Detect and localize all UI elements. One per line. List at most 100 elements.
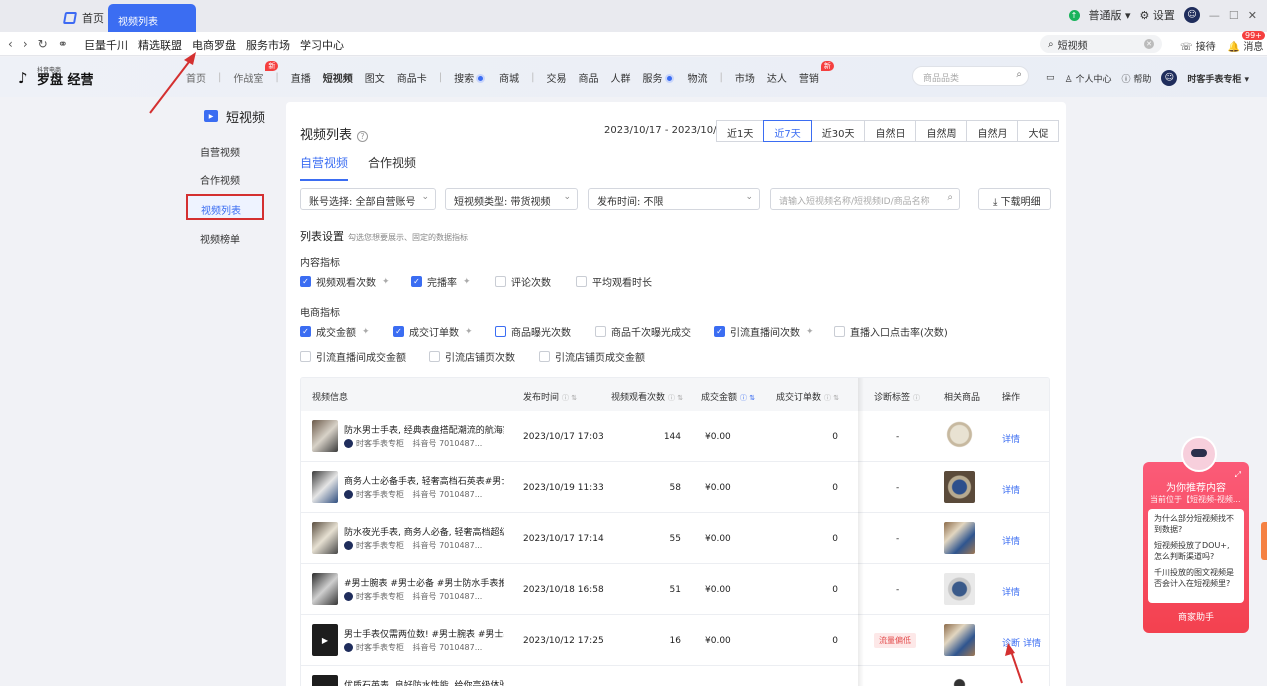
tab-coop-videos[interactable]: 合作视频 [368,154,416,181]
metric-checkbox-live-ctr[interactable]: 直播入口点击率(次数) [834,324,948,339]
period-7d[interactable]: 近7天 [763,120,812,142]
video-search-input[interactable]: 请输入短视频名称/短视频ID/商品名称 ⌕ [770,188,960,210]
date-range[interactable]: 2023/10/17 - 2023/10/23 [604,125,729,136]
bookmark-compass[interactable]: 电商罗盘 [192,37,236,53]
back-icon[interactable]: ‹ [8,37,13,51]
period-30d[interactable]: 近30天 [810,120,866,142]
menu-mall[interactable]: 商城 [499,70,519,85]
product-image[interactable] [944,573,975,605]
col-publish-time[interactable]: 发布时间 ⓘ ⇅ [523,390,577,403]
bookmark-qianchuan[interactable]: 巨量千川 [84,37,128,53]
menu-search[interactable]: 搜索 [454,70,487,85]
download-button[interactable]: ⤓ 下载明细 [978,188,1051,210]
bookmark-alliance[interactable]: 精选联盟 [138,37,182,53]
menu-logistics[interactable]: 物流 [688,70,708,85]
sidebar-item-video-ranking[interactable]: 视频榜单 [200,231,240,246]
video-title[interactable]: 防水男士手表, 经典表盘搭配潮流的航海家... [344,423,504,436]
video-thumbnail[interactable] [312,420,338,452]
metric-checkbox-live-traffic[interactable]: ✓ 引流直播间次数 ✦ [714,324,814,339]
menu-product-card[interactable]: 商品卡 [397,70,427,85]
messages-button[interactable]: 🔔 消息 [1228,38,1264,53]
maximize-icon[interactable]: ☐ [1229,9,1239,22]
detail-link[interactable]: 详情 [1002,483,1020,496]
refresh-icon[interactable]: ↻ [38,37,48,51]
detail-link[interactable]: 详情 [1023,636,1041,649]
bookmark-service-market[interactable]: 服务市场 [246,37,290,53]
product-image[interactable] [944,471,975,503]
col-orders[interactable]: 成交订单数 ⓘ ⇅ [776,390,839,403]
account-avatar[interactable]: ☺ [1161,70,1178,86]
video-title[interactable]: #男士腕表 #男士必备 #男士防水手表推荐 ... [344,576,504,589]
account-name[interactable]: 时客手表专柜 ▾ [1187,72,1249,85]
detail-link[interactable]: 详情 [1002,432,1020,445]
tab-video-list[interactable]: 视频列表 [108,4,196,32]
menu-home[interactable]: 首页 [186,70,206,85]
video-title[interactable]: 优质石英表, 良好防水性能, 给你高级体验... [344,678,504,686]
receive-button[interactable]: ☏ 接待 [1180,38,1216,53]
forward-icon[interactable]: › [23,37,28,51]
video-thumbnail[interactable] [312,471,338,503]
detail-link[interactable]: 详情 [1002,534,1020,547]
metric-checkbox-comments[interactable]: 评论次数 [495,274,551,289]
menu-short-video[interactable]: 短视频 [323,70,353,85]
edition-switch[interactable]: 普通版 ▾ [1089,7,1131,23]
period-week[interactable]: 自然周 [915,120,968,142]
sidebar-item-own-videos[interactable]: 自营视频 [200,144,240,159]
assistant-button[interactable]: 商家助手 [1143,610,1249,623]
metric-checkbox-orders[interactable]: ✓ 成交订单数 ✦ [393,324,473,339]
metric-checkbox-impressions[interactable]: 商品曝光次数 [495,324,571,339]
product-image[interactable] [944,624,975,656]
tab-home[interactable]: 首页 [56,6,112,30]
side-feedback-tab[interactable] [1261,522,1267,560]
metric-checkbox-shop-gmv[interactable]: 引流店铺页成交金额 [539,349,645,364]
video-type-select[interactable]: 短视频类型: 带货视频 ⌄ [445,188,578,210]
upgrade-icon[interactable]: ↑ [1068,9,1080,21]
period-month[interactable]: 自然月 [966,120,1019,142]
menu-war-room[interactable]: 作战室新 [233,61,279,85]
col-gmv[interactable]: 成交金额 ⓘ ⇅ [701,390,755,403]
video-thumbnail[interactable] [312,522,338,554]
menu-live[interactable]: 直播 [291,70,311,85]
menu-talent[interactable]: 达人 [767,70,787,85]
settings-button[interactable]: ⚙ 设置 [1140,7,1175,23]
metric-checkbox-shop-traffic[interactable]: 引流店铺页次数 [429,349,515,364]
link-icon[interactable]: ⚭ [58,37,68,51]
bookmark-learning[interactable]: 学习中心 [300,37,344,53]
help-icon[interactable]: ? [357,131,369,142]
menu-market[interactable]: 市场 [735,70,755,85]
period-promo[interactable]: 大促 [1017,120,1060,142]
account-select[interactable]: 账号选择: 全部自营账号 ⌄ [300,188,436,210]
publish-time-select[interactable]: 发布时间: 不限 ⌄ [588,188,760,210]
video-thumbnail[interactable] [312,573,338,605]
tab-own-videos[interactable]: 自营视频 [300,154,349,181]
help-link[interactable]: ⓘ 帮助 [1121,72,1151,85]
video-title[interactable]: 商务人士必备手表, 轻奢高档石英表#男士... [344,474,504,487]
robot-icon[interactable] [1181,436,1217,472]
metric-checkbox-live-gmv[interactable]: 引流直播间成交金额 [300,349,406,364]
diagnose-link[interactable]: 诊断 [1002,636,1020,649]
video-title[interactable]: 男士手表仅需两位数! #男士腕表 #男士必... [344,627,504,640]
minimize-icon[interactable]: — [1209,9,1220,22]
menu-marketing[interactable]: 营销新 [799,61,834,85]
video-thumbnail[interactable]: ▶ [312,624,338,656]
period-day[interactable]: 自然日 [864,120,917,142]
video-title[interactable]: 防水夜光手表, 商务人必备, 轻奢高档超级... [344,525,504,538]
menu-graphic[interactable]: 图文 [365,70,385,85]
personal-center[interactable]: ♙ 个人中心 [1065,72,1112,85]
metric-checkbox-gmv[interactable]: ✓ 成交金额 ✦ [300,324,370,339]
menu-crowd[interactable]: 人群 [611,70,631,85]
sidebar-item-video-list[interactable]: 视频列表 [186,194,264,220]
assistant-question[interactable]: 为什么部分短视频找不到数据? [1154,513,1238,535]
metric-checkbox-views[interactable]: ✓ 视频观看次数 ✦ [300,274,390,289]
browser-search-input[interactable]: ⌕ 短视频 ✕ [1040,35,1162,53]
clear-icon[interactable]: ✕ [1144,39,1154,49]
menu-goods[interactable]: 商品 [579,70,599,85]
compass-logo[interactable]: ♪ 抖音电商 罗盘 经营 [18,67,94,87]
period-1d[interactable]: 近1天 [716,120,765,142]
menu-service[interactable]: 服务 [643,70,676,85]
category-search-input[interactable]: 商品品类 ⌕ [912,66,1029,86]
metric-checkbox-completion[interactable]: ✓ 完播率 ✦ [411,274,471,289]
product-image[interactable] [944,522,975,554]
product-image[interactable] [944,675,975,686]
screen-icon[interactable]: ▭ [1046,73,1055,83]
